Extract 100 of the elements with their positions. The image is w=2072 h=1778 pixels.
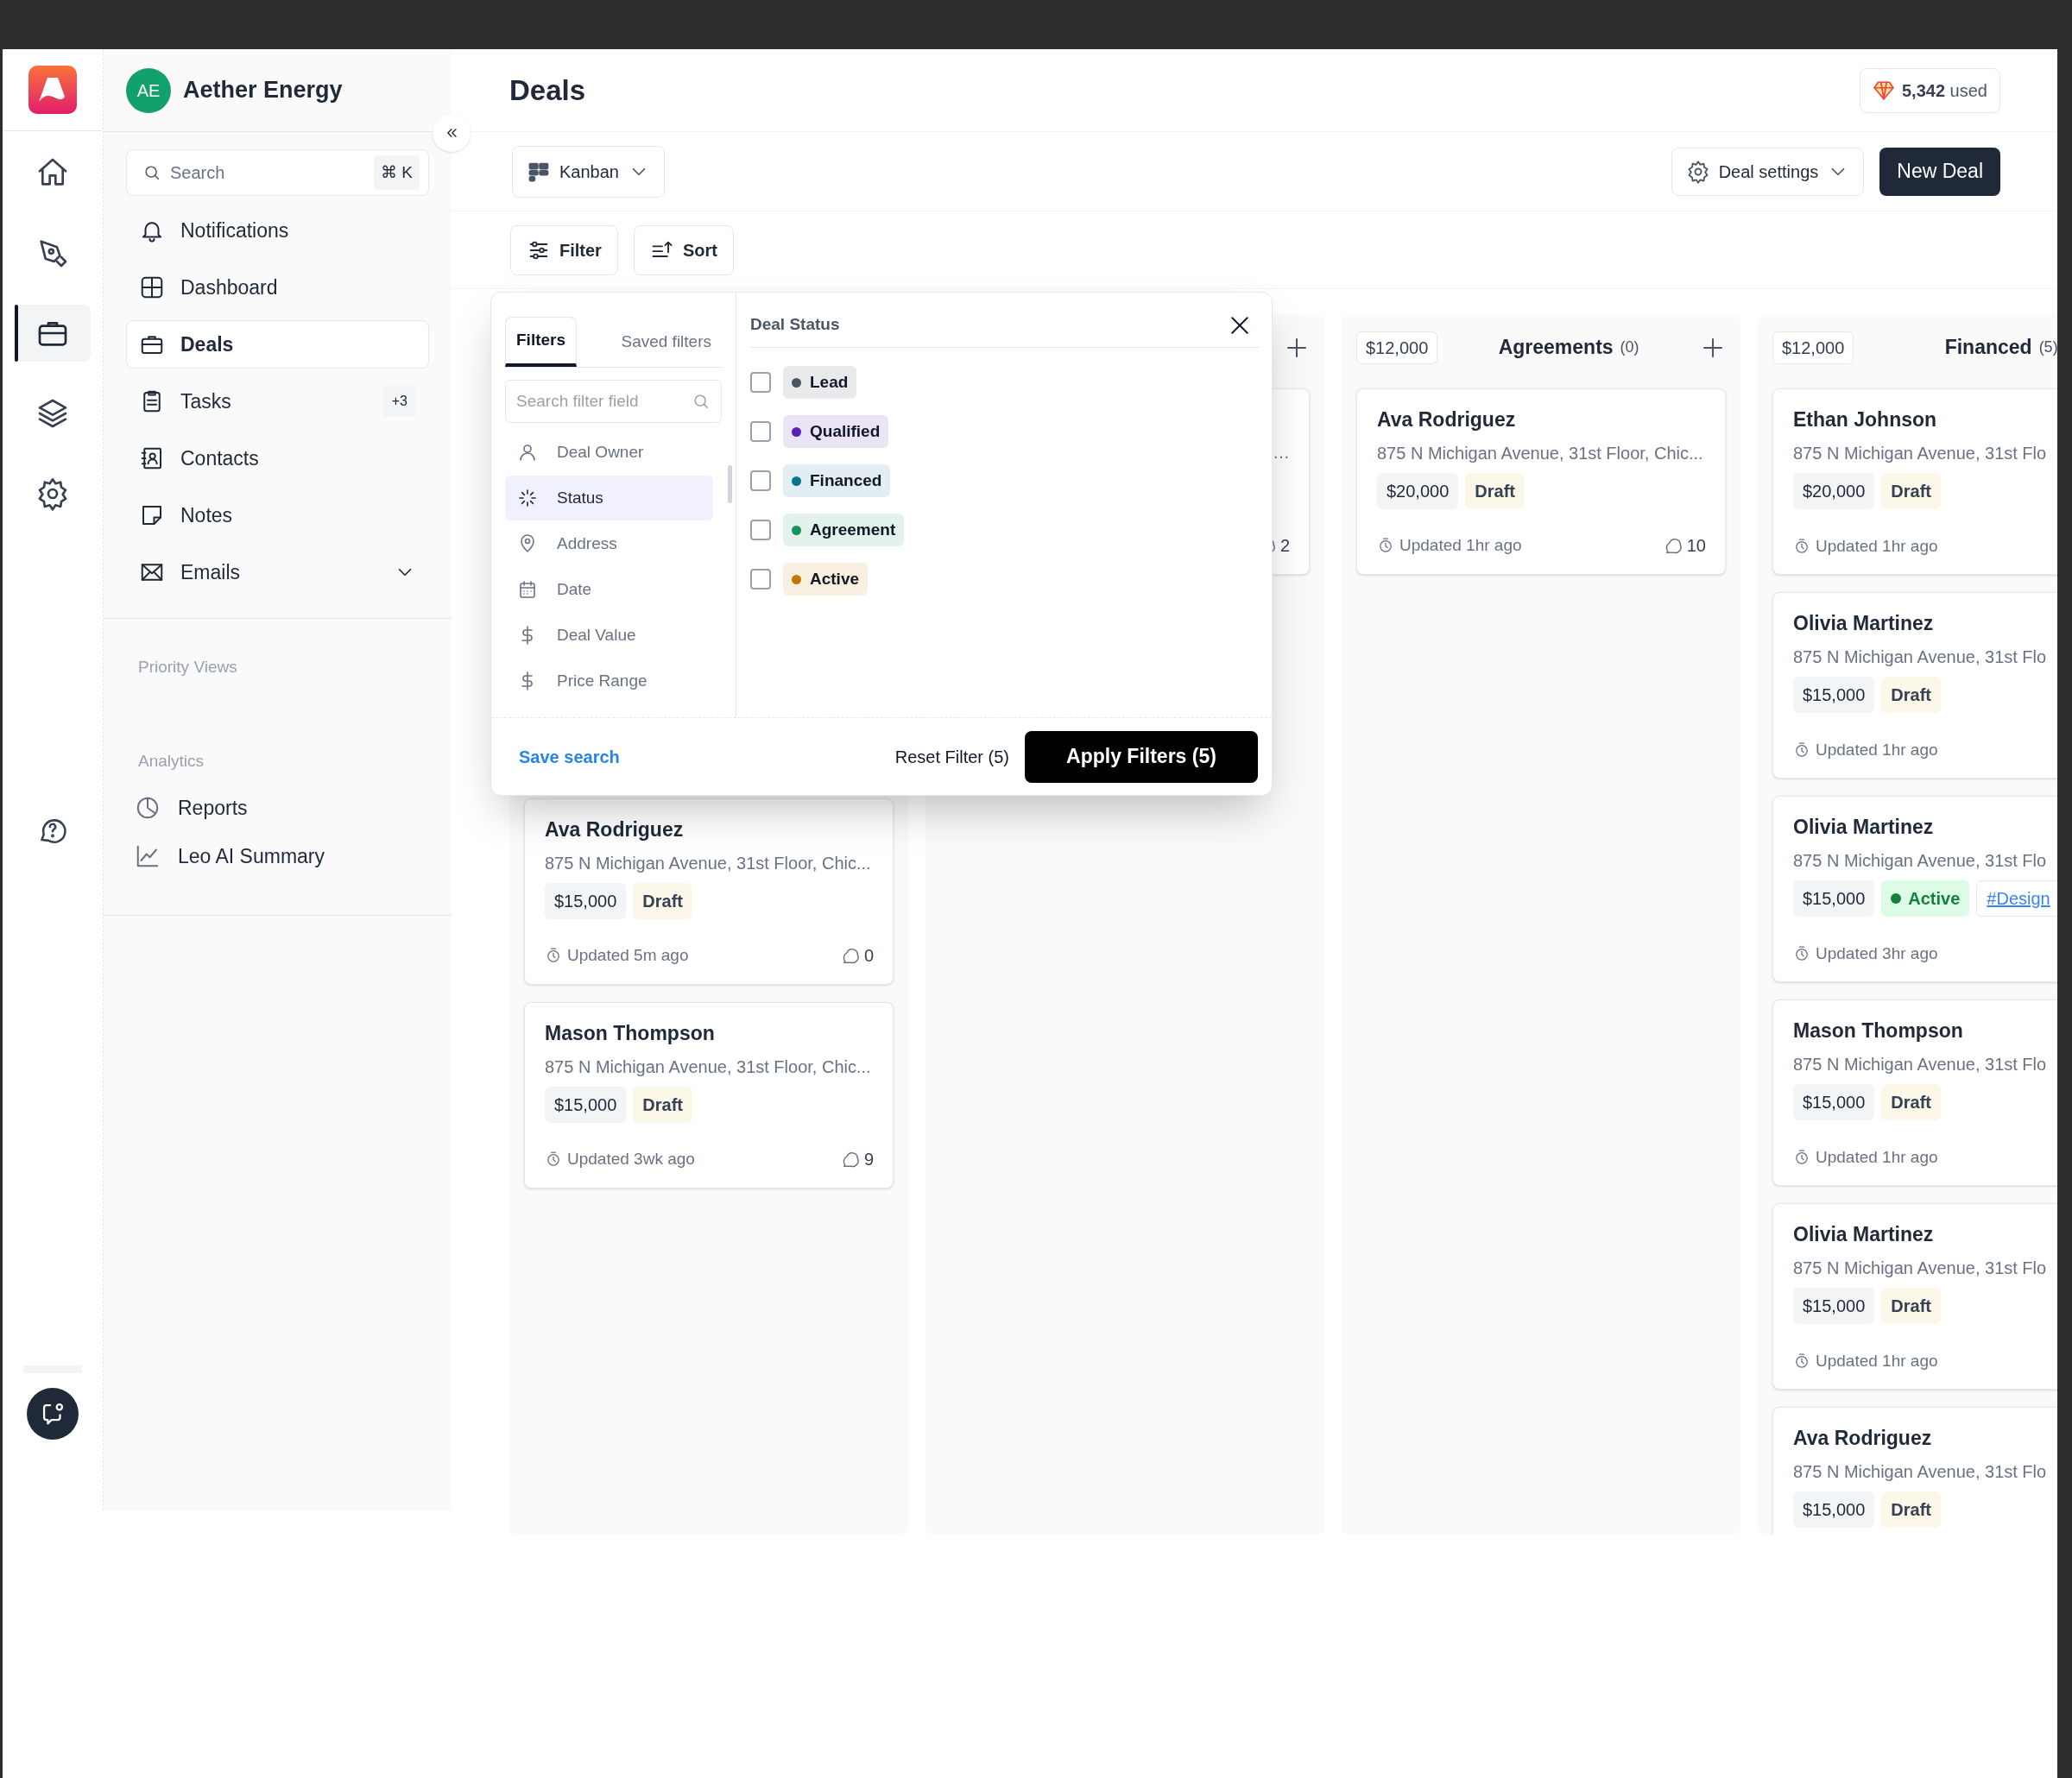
calendar-icon bbox=[517, 579, 538, 600]
filter-field[interactable]: Deal Value bbox=[505, 613, 713, 658]
checkbox[interactable] bbox=[750, 421, 771, 442]
checkbox[interactable] bbox=[750, 520, 771, 540]
reset-filter-button[interactable]: Reset Filter (5) bbox=[894, 743, 1009, 770]
timer-icon bbox=[1793, 1352, 1810, 1370]
search-input[interactable]: Search bbox=[170, 160, 366, 186]
deal-address: 875 N Michigan Avenue, 31st Flo bbox=[1793, 1053, 2048, 1075]
nav-item[interactable]: Contacts bbox=[126, 434, 429, 482]
deal-address: 875 N Michigan Avenue, 31st Floor, Chic... bbox=[545, 1056, 872, 1078]
active-indicator bbox=[15, 305, 18, 362]
comment-count: 9 bbox=[863, 1149, 874, 1170]
deal-address: 875 N Michigan Avenue, 31st Flo bbox=[1793, 849, 2048, 872]
nav-item[interactable]: Emails bbox=[126, 548, 429, 596]
timer-icon bbox=[1793, 1148, 1810, 1166]
rail-button[interactable] bbox=[15, 305, 91, 362]
deal-card[interactable]: Ava Rodriguez 875 N Michigan Avenue, 31st Flo $15,000 Draft bbox=[1772, 1407, 2057, 1535]
deal-name: Ava Rodriguez bbox=[1377, 407, 1517, 432]
spinner-icon bbox=[517, 488, 538, 508]
column-total: $12,000 bbox=[1772, 331, 1854, 364]
status-chip: Lead bbox=[783, 366, 857, 399]
updated-time: Updated 1hr ago bbox=[1816, 1146, 1939, 1168]
deal-name: Ava Rodriguez bbox=[1793, 1426, 1933, 1451]
nav-item[interactable]: Notifications bbox=[126, 206, 429, 255]
section-heading: Analytics bbox=[138, 750, 205, 772]
apply-filters-button[interactable]: Apply Filters (5) bbox=[1025, 730, 1258, 783]
save-search-link[interactable]: Save search bbox=[519, 743, 880, 770]
filter-field[interactable]: Deal Owner bbox=[505, 430, 713, 475]
page-title: Deals bbox=[509, 73, 587, 108]
popup-tab[interactable]: Saved filters bbox=[610, 317, 722, 367]
column-total: $12,000 bbox=[1356, 331, 1438, 364]
deal-card[interactable]: Olivia Martinez 875 N Michigan Avenue, 31st Flo $15,000 Draft Updated 1hr ago bbox=[1772, 592, 2057, 779]
deal-card[interactable]: Ethan Johnson 875 N Michigan Avenue, 31st Flo $20,000 Draft Updated 1hr ago bbox=[1772, 388, 2057, 575]
nav-item[interactable]: Notes bbox=[126, 491, 429, 539]
status-tag: Draft bbox=[1465, 472, 1525, 509]
status-tag: Active bbox=[1881, 880, 1970, 917]
filter-button[interactable]: Filter bbox=[510, 224, 618, 275]
status-tag: Draft bbox=[633, 1086, 692, 1123]
updated-time: Updated 5m ago bbox=[567, 944, 690, 966]
workspace-name: Aether Energy bbox=[183, 76, 343, 105]
gem-icon bbox=[1873, 79, 1895, 102]
deal-name: Olivia Martinez bbox=[1793, 611, 1935, 636]
nav-item[interactable]: Tasks +3 bbox=[126, 377, 429, 426]
search-field[interactable]: Search ⌘ K bbox=[126, 149, 429, 196]
deal-value: $20,000 bbox=[1377, 472, 1459, 509]
checkbox[interactable] bbox=[750, 470, 771, 491]
nav-item[interactable]: Deals bbox=[126, 320, 429, 369]
view-dropdown[interactable]: Kanban bbox=[512, 145, 665, 198]
filter-field[interactable]: Date bbox=[505, 567, 713, 612]
deal-card[interactable]: Mason Thompson 875 N Michigan Avenue, 31st Flo $15,000 Draft Updated 1hr ago bbox=[1772, 999, 2057, 1186]
filter-search-field[interactable]: Search filter field bbox=[505, 380, 722, 423]
settings-dropdown[interactable]: Deal settings bbox=[1671, 147, 1865, 196]
nav-item[interactable]: Dashboard bbox=[126, 263, 429, 312]
status-tag: Draft bbox=[1881, 1491, 1941, 1528]
line-chart-icon bbox=[135, 843, 161, 869]
timer-icon bbox=[1793, 741, 1810, 759]
grid-icon bbox=[139, 274, 165, 300]
filter-field[interactable]: Status bbox=[505, 476, 713, 520]
comment-icon bbox=[841, 1150, 861, 1169]
nav-item[interactable]: Leo AI Summary bbox=[135, 832, 417, 880]
deal-card[interactable]: Olivia Martinez 875 N Michigan Avenue, 31st Flo $15,000 Active #Design Updated 3hr ago bbox=[1772, 796, 2057, 982]
deal-address: 875 N Michigan Avenue, 31st Flo bbox=[1793, 442, 2048, 464]
nav-item[interactable]: Reports bbox=[135, 784, 417, 832]
updated-time: Updated 1hr ago bbox=[1399, 534, 1523, 556]
comment-count: 0 bbox=[863, 945, 874, 967]
status-tag: Draft bbox=[1881, 1287, 1941, 1324]
sort-button[interactable]: Sort bbox=[633, 224, 734, 275]
checkbox[interactable] bbox=[750, 372, 771, 393]
deal-value: $20,000 bbox=[1793, 472, 1875, 509]
deal-card[interactable]: Ava Rodriguez 875 N Michigan Avenue, 31st Floor, Chic... $20,000 Draft Updated 1hr ago 10 bbox=[1356, 388, 1726, 575]
deal-value: $15,000 bbox=[1793, 676, 1875, 713]
search-icon bbox=[142, 163, 161, 182]
deal-address: … bbox=[1273, 442, 1290, 463]
popup-tab[interactable]: Filters bbox=[505, 317, 578, 367]
updated-time: Updated 1hr ago bbox=[1816, 535, 1939, 557]
updated-time: Updated 3wk ago bbox=[567, 1148, 696, 1170]
deal-card[interactable]: Ava Rodriguez 875 N Michigan Avenue, 31st Floor, Chic... $15,000 Draft Updated 5m ago 0 bbox=[524, 798, 894, 985]
deal-card[interactable]: Mason Thompson 875 N Michigan Avenue, 31st Floor, Chic... $15,000 Draft Updated 3wk ago 9 bbox=[524, 1002, 894, 1188]
search-input[interactable]: Search filter field bbox=[516, 388, 692, 414]
search-icon bbox=[692, 392, 711, 411]
status-chip: Agreement bbox=[783, 514, 905, 546]
checkbox[interactable] bbox=[750, 569, 771, 590]
timer-icon bbox=[545, 947, 562, 964]
new-deal-button[interactable]: New Deal bbox=[1879, 147, 2000, 196]
deal-address: 875 N Michigan Avenue, 31st Floor, Chic... bbox=[1377, 442, 1704, 464]
app-logo bbox=[28, 66, 77, 114]
panel-title: Deal Status bbox=[750, 314, 841, 336]
chat-button[interactable] bbox=[27, 1388, 79, 1440]
filter-field[interactable]: Address bbox=[505, 521, 713, 566]
column-count: (0) bbox=[1620, 337, 1639, 357]
person-icon bbox=[517, 442, 538, 463]
comment-count: 10 bbox=[1686, 535, 1706, 557]
shortcut-hint: ⌘ K bbox=[374, 154, 420, 191]
status-tag: Draft bbox=[1881, 1083, 1941, 1120]
deal-card[interactable]: Olivia Martinez 875 N Michigan Avenue, 31st Flo $15,000 Draft Updated 1hr ago bbox=[1772, 1203, 2057, 1390]
deal-address: 875 N Michigan Avenue, 31st Floor, Chic... bbox=[545, 852, 872, 874]
filter-field[interactable]: Price Range bbox=[505, 659, 713, 703]
usage-badge: 5,342 used bbox=[1860, 67, 2000, 113]
comment-icon bbox=[1664, 536, 1684, 555]
scrollbar-thumb[interactable] bbox=[728, 465, 732, 503]
